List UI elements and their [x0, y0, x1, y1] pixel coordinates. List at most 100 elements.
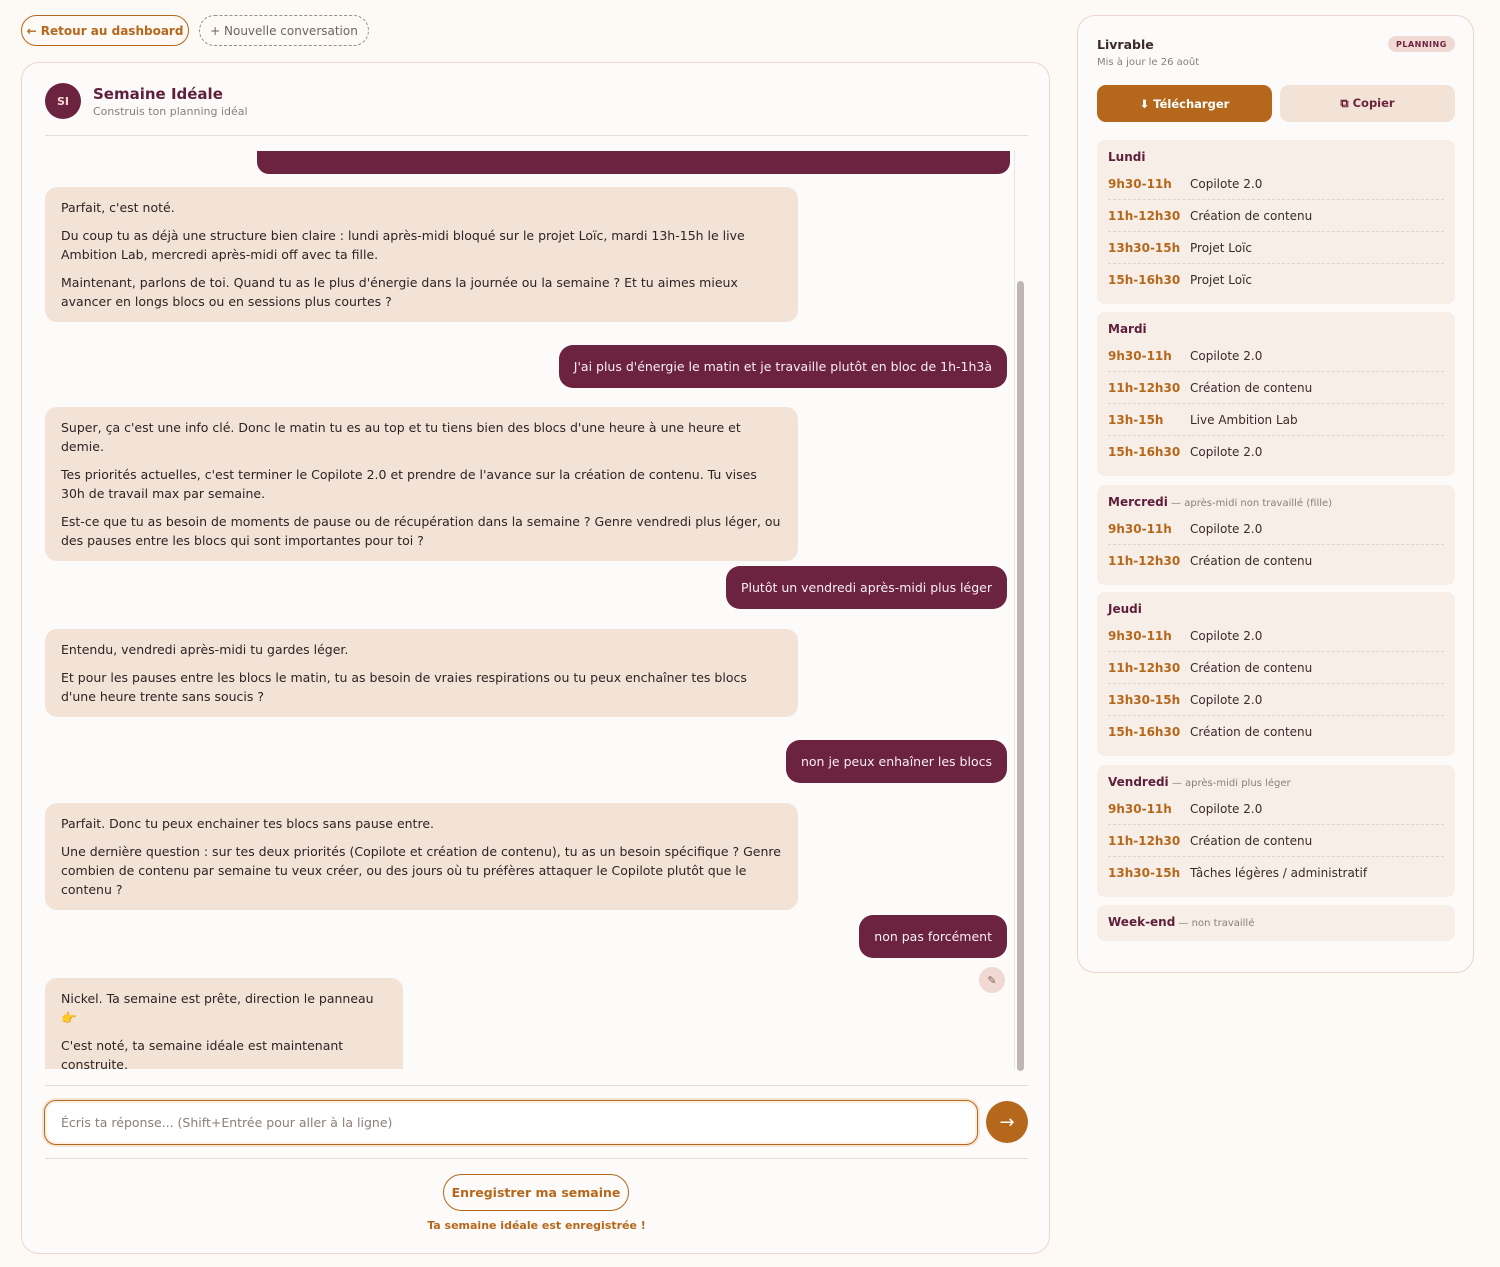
schedule-slot: 13h30-15h Projet Loïc	[1108, 232, 1444, 264]
schedule-slot: 11h-12h30 Création de contenu	[1108, 545, 1444, 577]
slot-task: Création de contenu	[1190, 554, 1313, 568]
divider	[45, 1158, 1028, 1159]
schedule-slot: 15h-16h30 Copilote 2.0	[1108, 436, 1444, 468]
scrollbar-thumb[interactable]	[1017, 281, 1024, 1071]
day-heading: Jeudi	[1108, 602, 1444, 620]
avatar: SI	[45, 83, 81, 119]
slot-task: Création de contenu	[1190, 660, 1313, 675]
bot-message: Super, ça c'est une info clé. Donc le ma…	[45, 407, 798, 561]
message-paragraph: Super, ça c'est une info clé. Donc le ma…	[61, 420, 741, 454]
slot-time: 9h30-11h	[1108, 348, 1172, 363]
message-paragraph: Entendu, vendredi après-midi tu gardes l…	[61, 642, 349, 657]
deliverable-title: Livrable	[1097, 37, 1154, 52]
edit-icon[interactable]: ✎	[979, 967, 1005, 993]
message-paragraph: Tes priorités actuelles, c'est terminer …	[61, 467, 757, 501]
day-card: Lundi 9h30-11h Copilote 2.0 11h-12h30 Créati…	[1097, 140, 1455, 304]
message-paragraph: Maintenant, parlons de toi. Quand tu as …	[61, 275, 738, 309]
deliverable-panel: Livrable Mis à jour le 26 août PLANNING …	[1077, 15, 1474, 973]
day-heading: Lundi	[1108, 150, 1444, 168]
schedule-slot: 13h-15h Live Ambition Lab	[1108, 404, 1444, 436]
chat-title: Semaine Idéale	[93, 85, 223, 103]
schedule-slot: 11h-12h30 Création de contenu	[1108, 825, 1444, 857]
deliverable-updated: Mis à jour le 26 août	[1097, 57, 1200, 68]
user-message: non je peux enhaîner les blocs	[785, 740, 1007, 783]
chat-panel: SI Semaine Idéale Construis ton planning…	[21, 62, 1050, 1254]
divider	[45, 1085, 1028, 1086]
day-note: — après-midi non travaillé (fille)	[1167, 498, 1333, 509]
new-conversation-button[interactable]: + Nouvelle conversation	[199, 15, 369, 46]
slot-time: 13h30-15h	[1108, 240, 1181, 255]
slot-task: Création de contenu	[1190, 380, 1313, 395]
slot-time: 15h-16h30	[1108, 725, 1181, 739]
day-heading: Mardi	[1108, 322, 1444, 340]
day-name: Lundi	[1108, 150, 1146, 164]
slot-task: Création de contenu	[1190, 833, 1313, 848]
user-message-partial	[257, 151, 1010, 174]
slot-task: Projet Loïc	[1190, 240, 1253, 255]
message-paragraph: Parfait, c'est noté.	[61, 200, 175, 215]
slot-time: 11h-12h30	[1108, 554, 1181, 568]
download-button[interactable]: ⬇ Télécharger	[1097, 85, 1272, 122]
schedule-slot: 11h-12h30 Création de contenu	[1108, 200, 1444, 232]
slot-time: 13h-15h	[1108, 412, 1164, 427]
slot-time: 9h30-11h	[1108, 801, 1172, 816]
day-note: — après-midi plus léger	[1168, 778, 1291, 789]
slot-task: Copilote 2.0	[1190, 176, 1263, 191]
slot-task: Tâches légères / administratif	[1190, 866, 1368, 880]
slot-time: 15h-16h30	[1108, 445, 1181, 459]
day-card: Vendredi — après-midi plus léger 9h30-11h…	[1097, 765, 1455, 897]
day-heading: Week-end — non travaillé	[1108, 915, 1444, 933]
day-heading: Mercredi — après-midi non travaillé (fil…	[1108, 495, 1444, 513]
message-paragraph: Parfait. Donc tu peux enchainer tes bloc…	[61, 816, 434, 831]
arrow-right-icon: →	[999, 1111, 1015, 1133]
day-name: Vendredi	[1108, 775, 1169, 789]
user-message: J'ai plus d'énergie le matin et je trava…	[558, 345, 1007, 388]
slot-time: 9h30-11h	[1108, 628, 1172, 643]
message-paragraph: Une dernière question : sur tes deux pri…	[61, 844, 781, 897]
day-name: Week-end	[1108, 915, 1176, 929]
schedule-slot: 9h30-11h Copilote 2.0	[1108, 340, 1444, 372]
day-card: Mardi 9h30-11h Copilote 2.0 11h-12h30 Créati…	[1097, 312, 1455, 476]
slot-time: 11h-12h30	[1108, 660, 1181, 675]
slot-task: Copilote 2.0	[1190, 801, 1263, 816]
day-note: — non travaillé	[1175, 918, 1255, 929]
save-week-button[interactable]: Enregistrer ma semaine	[443, 1174, 629, 1211]
send-button[interactable]: →	[986, 1101, 1028, 1143]
schedule-slot: 13h30-15h Copilote 2.0	[1108, 684, 1444, 716]
message-list[interactable]: Parfait, c'est noté. Du coup tu as déjà …	[45, 151, 1011, 1069]
slot-task: Copilote 2.0	[1190, 628, 1263, 643]
day-name: Mardi	[1108, 322, 1147, 336]
day-name: Jeudi	[1108, 602, 1142, 616]
reply-input[interactable]: Écris ta réponse... (Shift+Entrée pour a…	[44, 1100, 978, 1145]
slot-time: 13h30-15h	[1108, 692, 1181, 707]
day-heading: Vendredi — après-midi plus léger	[1108, 775, 1444, 793]
bot-message: Parfait. Donc tu peux enchainer tes bloc…	[45, 803, 798, 910]
user-message: Plutôt un vendredi après-midi plus léger	[725, 566, 1007, 609]
saved-notice: Ta semaine idéale est enregistrée !	[427, 1219, 646, 1232]
back-to-dashboard-button[interactable]: ← Retour au dashboard	[21, 15, 189, 46]
slot-time: 11h-12h30	[1108, 208, 1181, 223]
bot-message: Entendu, vendredi après-midi tu gardes l…	[45, 629, 798, 717]
day-card: Mercredi — après-midi non travaillé (fil…	[1097, 485, 1455, 585]
schedule-slot: 15h-16h30 Projet Loïc	[1108, 264, 1444, 296]
slot-time: 13h30-15h	[1108, 866, 1181, 880]
message-paragraph: Nickel. Ta semaine est prête, direction …	[61, 991, 374, 1025]
message-paragraph: C'est noté, ta semaine idéale est mainte…	[61, 1038, 344, 1069]
copy-button[interactable]: ⧉ Copier	[1280, 85, 1455, 122]
chat-header: SI Semaine Idéale Construis ton planning…	[45, 83, 1028, 136]
bot-message: Nickel. Ta semaine est prête, direction …	[45, 978, 403, 1069]
chat-subtitle: Construis ton planning idéal	[93, 105, 248, 118]
user-message: non pas forcément	[859, 915, 1007, 958]
day-name: Mercredi	[1108, 495, 1168, 509]
schedule-slot: 15h-16h30 Création de contenu	[1108, 716, 1444, 748]
message-paragraph: Du coup tu as déjà une structure bien cl…	[61, 228, 745, 262]
slot-time: 9h30-11h	[1108, 521, 1172, 536]
message-paragraph: Et pour les pauses entre les blocs le ma…	[61, 670, 747, 704]
slot-task: Live Ambition Lab	[1190, 412, 1298, 427]
schedule-slot: 9h30-11h Copilote 2.0	[1108, 513, 1444, 545]
schedule-slot: 11h-12h30 Création de contenu	[1108, 372, 1444, 404]
slot-time: 9h30-11h	[1108, 176, 1172, 191]
slot-task: Copilote 2.0	[1190, 445, 1263, 459]
slot-task: Création de contenu	[1190, 208, 1313, 223]
schedule-slot: 13h30-15h Tâches légères / administratif	[1108, 857, 1444, 889]
